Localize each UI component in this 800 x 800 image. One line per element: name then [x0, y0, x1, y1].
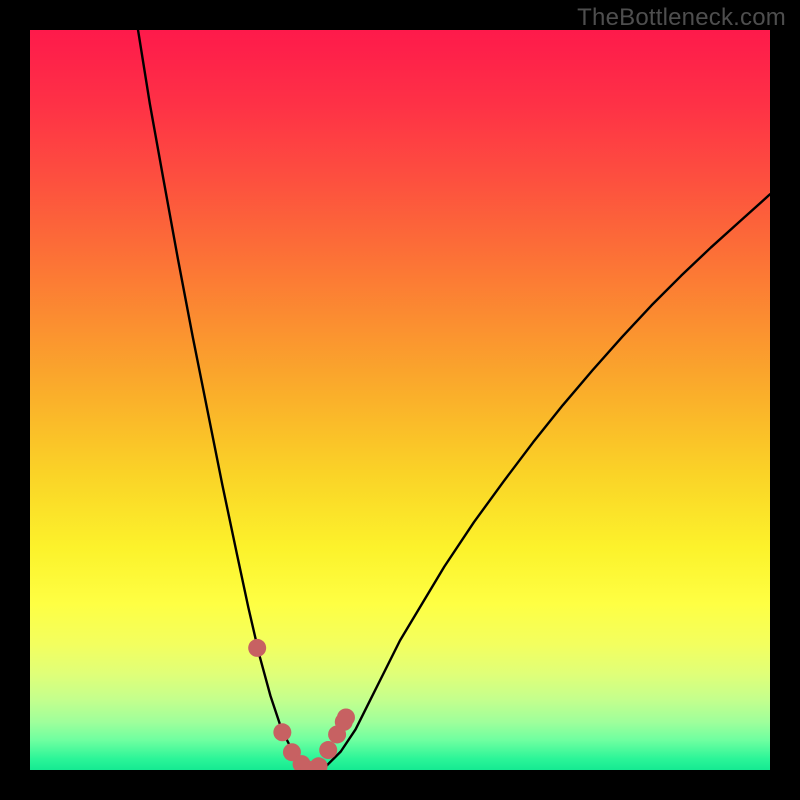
- watermark-text: TheBottleneck.com: [577, 4, 786, 32]
- curve-marker: [248, 639, 266, 657]
- marker-group: [248, 639, 355, 770]
- curve-marker: [310, 757, 328, 770]
- plot-area: [30, 30, 770, 770]
- curve-marker: [319, 741, 337, 759]
- curve-marker: [337, 708, 355, 726]
- bottleneck-curve: [138, 30, 770, 770]
- curve-layer: [30, 30, 770, 770]
- curve-marker: [273, 723, 291, 741]
